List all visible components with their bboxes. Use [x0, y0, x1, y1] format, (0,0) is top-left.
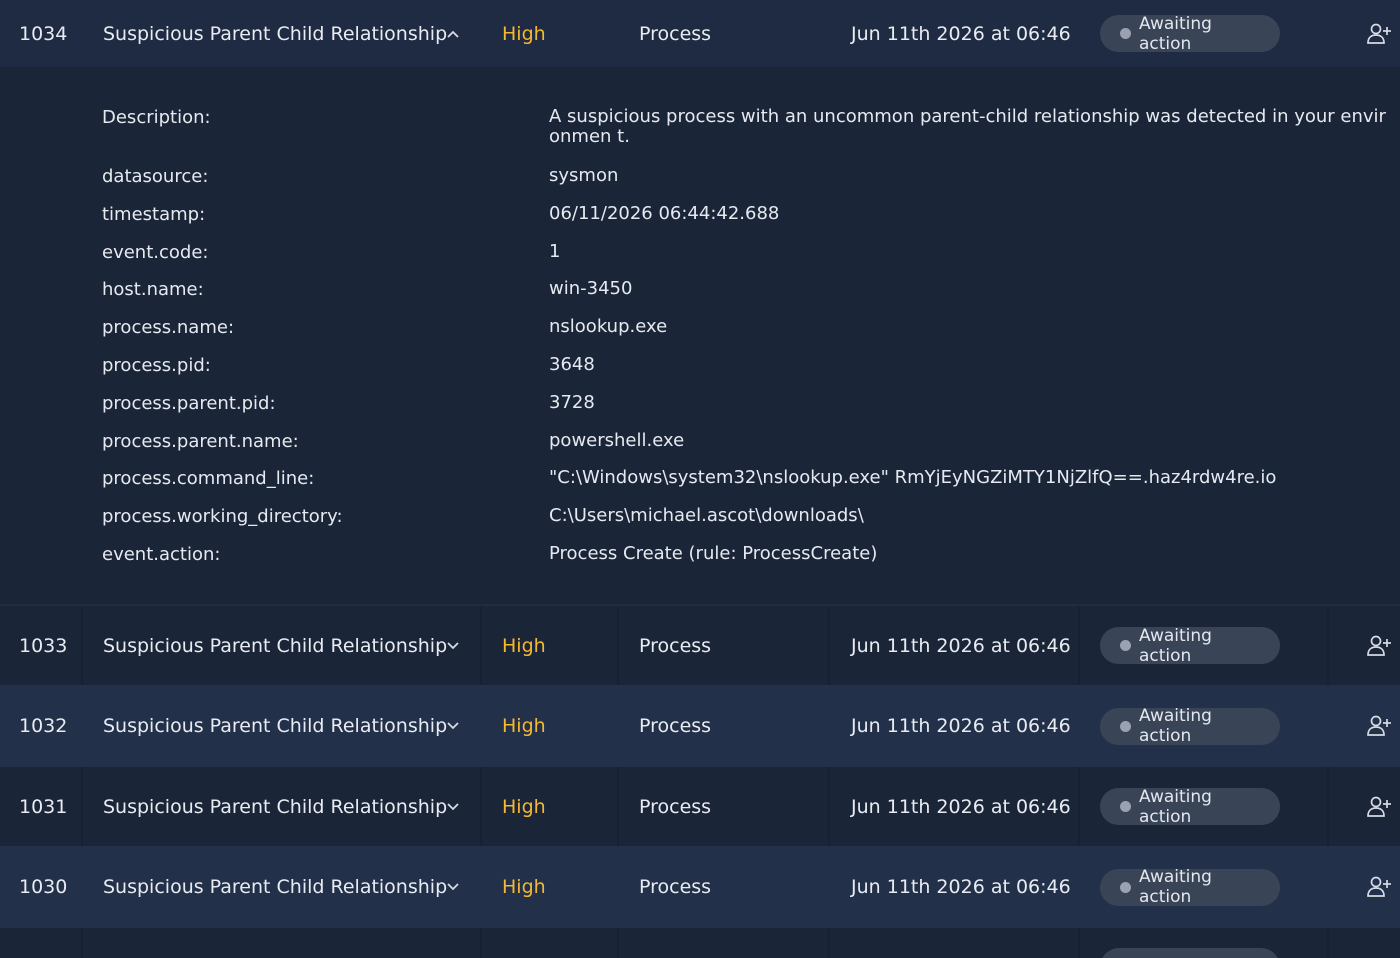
severity-label: High — [502, 22, 546, 45]
alerts-table: 1034 Suspicious Parent Child Relationshi… — [0, 0, 1400, 958]
alert-type: Process — [639, 876, 712, 898]
alert-title: Suspicious Parent Child Relationship — [103, 795, 448, 818]
add-user-icon[interactable] — [1366, 606, 1392, 685]
add-user-icon[interactable] — [1366, 846, 1392, 928]
status-dot-icon — [1120, 881, 1131, 893]
status-badge-label: Awaiting action — [1139, 706, 1212, 746]
detail-value: "C:\Windows\system32\nslookup.exe" RmYjE… — [549, 467, 1277, 488]
status-badge: Awaiting action — [1100, 867, 1280, 907]
chevron-down-icon[interactable] — [442, 606, 464, 685]
chevron-up-icon[interactable] — [442, 0, 464, 67]
alert-date: Jun 11th 2026 at 06:46 — [851, 795, 1071, 818]
detail-key: Description: — [102, 107, 211, 128]
detail-key: datasource: — [102, 166, 209, 187]
alert-id: 1031 — [19, 795, 68, 818]
alert-row[interactable]: 1031 Suspicious Parent Child Relationshi… — [0, 767, 1400, 846]
detail-value: A suspicious process with an uncommon pa… — [549, 106, 1386, 147]
detail-key: timestamp: — [102, 204, 206, 225]
status-badge-label: Awaiting action — [1139, 867, 1212, 907]
severity-label: High — [502, 715, 546, 737]
alert-title: Suspicious Parent Child Relationship — [103, 715, 448, 737]
detail-value: win-3450 — [549, 278, 633, 299]
alert-type: Process — [639, 715, 712, 737]
alert-details-panel: Description: A suspicious process with an… — [0, 67, 1400, 606]
status-dot-icon — [1120, 640, 1131, 651]
alert-date: Jun 11th 2026 at 06:46 — [851, 634, 1071, 657]
detail-value: 3728 — [549, 392, 595, 413]
detail-key: process.parent.name: — [102, 431, 299, 452]
alert-id: 1030 — [19, 876, 68, 898]
status-dot-icon — [1120, 801, 1131, 812]
status-badge-label: Awaiting action — [1139, 786, 1212, 827]
add-user-icon[interactable] — [1366, 0, 1392, 67]
detail-value: Process Create (rule: ProcessCreate) — [549, 543, 878, 564]
status-badge: Awaiting action — [1100, 786, 1280, 827]
detail-key: event.code: — [102, 242, 209, 263]
alert-id: 1033 — [19, 634, 68, 657]
alert-title: Suspicious Parent Child Relationship — [103, 22, 448, 45]
status-badge: Awaiting action — [1100, 13, 1280, 54]
alert-title: Suspicious Parent Child Relationship — [103, 876, 448, 898]
detail-key: event.action: — [102, 544, 221, 565]
severity-label: High — [502, 876, 546, 898]
detail-key: host.name: — [102, 279, 204, 300]
alert-type: Process — [639, 795, 712, 818]
status-badge: Awaiting action — [1100, 625, 1280, 666]
status-badge: Awaiting action — [1100, 706, 1280, 746]
detail-key: process.working_directory: — [102, 506, 343, 527]
detail-key: process.name: — [102, 317, 235, 338]
alert-title: Suspicious Parent Child Relationship — [103, 634, 448, 657]
alert-date: Jun 11th 2026 at 06:46 — [851, 22, 1071, 45]
detail-key: process.pid: — [102, 355, 211, 376]
detail-value: C:\Users\michael.ascot\downloads\ — [549, 505, 864, 526]
detail-value: nslookup.exe — [549, 316, 668, 337]
detail-value: sysmon — [549, 165, 619, 186]
alert-type: Process — [639, 22, 712, 45]
alert-date: Jun 11th 2026 at 06:46 — [851, 876, 1071, 898]
chevron-down-icon[interactable] — [442, 685, 464, 767]
chevron-down-icon[interactable] — [442, 767, 464, 846]
detail-value: powershell.exe — [549, 430, 685, 451]
detail-value: 1 — [549, 241, 561, 262]
alert-type: Process — [639, 634, 712, 657]
severity-label: High — [502, 795, 546, 818]
severity-label: High — [502, 634, 546, 657]
chevron-down-icon[interactable] — [442, 846, 464, 928]
add-user-icon[interactable] — [1366, 767, 1392, 846]
status-badge — [1100, 948, 1280, 958]
status-dot-icon — [1120, 720, 1131, 732]
alert-row-partial[interactable] — [0, 928, 1400, 958]
alert-row[interactable]: 1030 Suspicious Parent Child Relationshi… — [0, 846, 1400, 928]
detail-value: 06/11/2026 06:44:42.688 — [549, 203, 780, 224]
status-badge-label: Awaiting action — [1139, 13, 1212, 54]
detail-key: process.parent.pid: — [102, 393, 276, 414]
alert-row-expanded[interactable]: 1034 Suspicious Parent Child Relationshi… — [0, 0, 1400, 67]
status-badge-label: Awaiting action — [1139, 625, 1212, 666]
alert-row[interactable]: 1032 Suspicious Parent Child Relationshi… — [0, 685, 1400, 767]
detail-key: process.command_line: — [102, 468, 315, 489]
alert-id: 1034 — [19, 22, 68, 45]
alert-id: 1032 — [19, 715, 68, 737]
alert-date: Jun 11th 2026 at 06:46 — [851, 715, 1071, 737]
status-dot-icon — [1120, 28, 1131, 39]
add-user-icon[interactable] — [1366, 685, 1392, 767]
alert-row[interactable]: 1033 Suspicious Parent Child Relationshi… — [0, 606, 1400, 685]
detail-value: 3648 — [549, 354, 595, 375]
